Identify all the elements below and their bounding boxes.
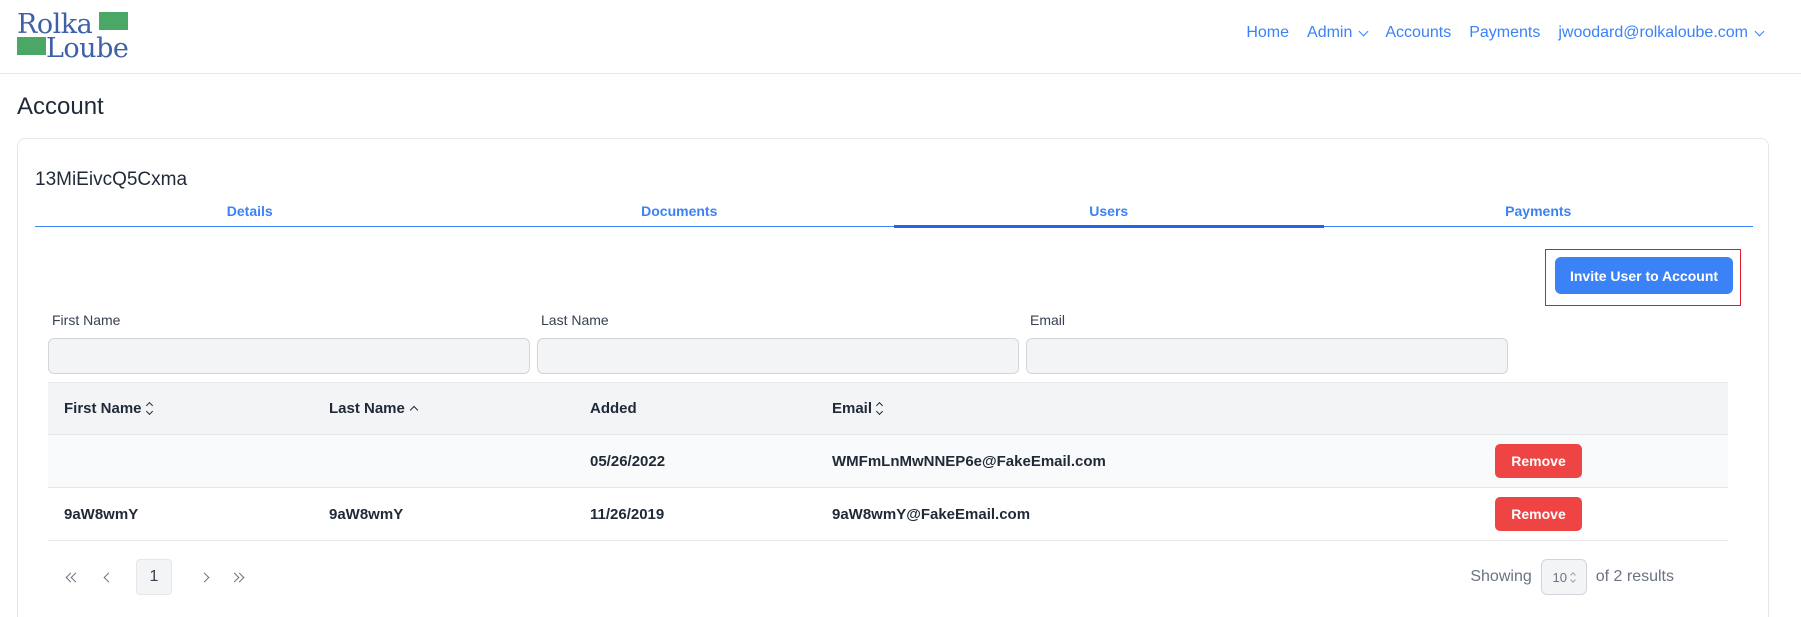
logo-green-block-top — [99, 12, 128, 30]
rolka-loube-logo[interactable]: Rolka Loube — [17, 8, 132, 64]
next-page-button[interactable] — [194, 559, 214, 595]
showing-label: Showing — [1470, 568, 1532, 585]
tab-users[interactable]: Users — [894, 203, 1324, 228]
column-header-email[interactable]: Email — [832, 400, 884, 417]
nav-accounts-link[interactable]: Accounts — [1385, 24, 1451, 42]
tab-documents[interactable]: Documents — [465, 203, 895, 226]
user-menu-dropdown[interactable]: jwoodard@rolkaloube.com — [1558, 24, 1765, 42]
first-page-button[interactable] — [62, 559, 84, 595]
email-filter-input[interactable] — [1026, 338, 1508, 374]
sort-unsorted-icon — [875, 401, 884, 416]
nav-admin-dropdown[interactable]: Admin — [1307, 24, 1369, 42]
top-header: Rolka Loube Home Admin Accounts Payments… — [0, 0, 1801, 74]
column-header-label: Added — [590, 400, 637, 417]
account-id-heading: 13MiEivcQ5Cxma — [35, 169, 188, 190]
last-page-button[interactable] — [226, 559, 248, 595]
column-header-added: Added — [590, 400, 637, 417]
chevron-right-icon — [199, 572, 209, 582]
first-name-filter-label: First Name — [52, 312, 121, 328]
results-count-label: of 2 results — [1595, 568, 1674, 585]
chevron-left-icon — [103, 572, 113, 582]
account-tabs: Details Documents Users Payments — [35, 203, 1754, 228]
column-header-label: First Name — [64, 400, 142, 417]
nav-home-link[interactable]: Home — [1246, 24, 1289, 42]
users-table: First Name Last Name Added Email 05/26/2… — [48, 382, 1728, 541]
table-row: 05/26/2022 WMFmLnMwNNEP6e@FakeEmail.com … — [48, 435, 1728, 488]
invite-user-button[interactable]: Invite User to Account — [1555, 257, 1733, 294]
user-email-label: jwoodard@rolkaloube.com — [1558, 24, 1748, 41]
tab-payments[interactable]: Payments — [1324, 203, 1754, 226]
tab-details[interactable]: Details — [35, 203, 465, 226]
chevron-down-icon — [1754, 26, 1765, 36]
page-title: Account — [17, 93, 104, 120]
column-header-first-name[interactable]: First Name — [64, 400, 153, 417]
cell-added: 11/26/2019 — [590, 506, 665, 523]
sort-unsorted-icon — [145, 401, 153, 416]
cell-email: WMFmLnMwNNEP6e@FakeEmail.com — [832, 453, 1106, 470]
page-size-select[interactable]: 10 — [1540, 559, 1587, 595]
column-header-label: Email — [832, 400, 873, 417]
main-nav: Home Admin Accounts Payments jwoodard@ro… — [1228, 0, 1765, 66]
email-filter-label: Email — [1030, 312, 1066, 328]
nav-admin-label: Admin — [1307, 24, 1353, 41]
column-header-label: Last Name — [329, 400, 405, 417]
logo-green-block-bottom — [17, 37, 46, 55]
cell-first-name: 9aW8wmY — [64, 506, 139, 523]
page-size-value: 10 — [1552, 569, 1567, 585]
page-number-button[interactable]: 1 — [136, 559, 172, 595]
chevron-down-icon — [1358, 26, 1369, 36]
logo-text-line2: Loube — [46, 33, 129, 64]
cell-email: 9aW8wmY@FakeEmail.com — [832, 506, 1031, 523]
results-summary: Showing 10 of 2 results — [1470, 559, 1674, 595]
select-arrows-icon — [1570, 571, 1576, 583]
nav-payments-link[interactable]: Payments — [1469, 24, 1540, 42]
sort-ascending-icon — [409, 405, 419, 415]
remove-user-button[interactable]: Remove — [1495, 444, 1582, 478]
last-name-filter-label: Last Name — [541, 312, 609, 328]
first-name-filter-input[interactable] — [48, 338, 530, 374]
column-header-last-name[interactable]: Last Name — [329, 400, 419, 417]
table-header-row: First Name Last Name Added Email — [48, 382, 1728, 435]
cell-last-name: 9aW8wmY — [329, 506, 404, 523]
remove-user-button[interactable]: Remove — [1495, 497, 1582, 531]
last-name-filter-input[interactable] — [537, 338, 1019, 374]
previous-page-button[interactable] — [98, 559, 118, 595]
pagination-bar: 1 Showing 10 of 2 results — [54, 559, 1734, 595]
table-row: 9aW8wmY 9aW8wmY 11/26/2019 9aW8wmY@FakeE… — [48, 488, 1728, 541]
cell-added: 05/26/2022 — [590, 453, 666, 470]
account-card: 13MiEivcQ5Cxma Details Documents Users P… — [17, 138, 1769, 617]
